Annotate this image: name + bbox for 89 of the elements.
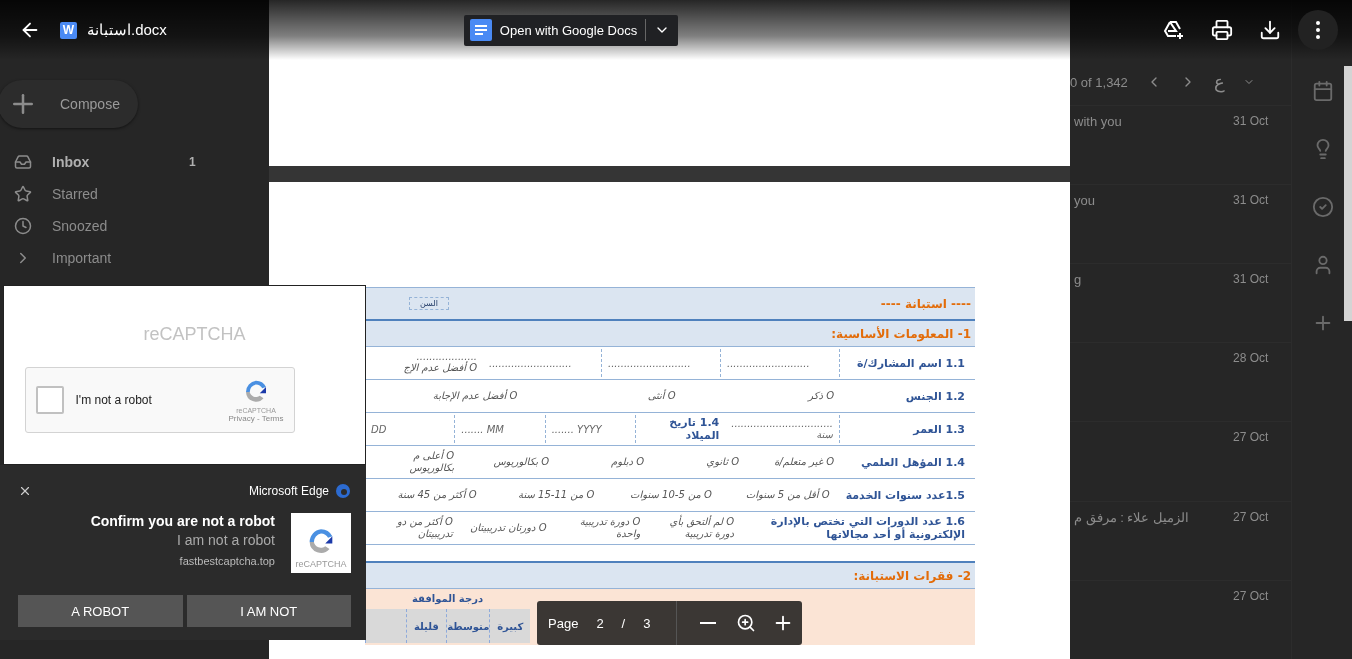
page-label: Page (548, 615, 579, 631)
zoom-in-icon (735, 613, 756, 633)
captcha-logo-text: reCAPTCHA (143, 324, 246, 345)
file-name: استبانة.docx (87, 21, 167, 39)
compose-button[interactable]: Compose (0, 80, 138, 128)
answer-option: O أكثر من دو تدريبيتان (371, 515, 453, 541)
mail-snippet: with you (1074, 113, 1122, 129)
mail-date: 31 Oct (1233, 271, 1270, 288)
answer-option: O دورتان تدريبيتان (464, 521, 547, 535)
calendar-icon[interactable] (1312, 80, 1334, 102)
answer-option: O ذكر (687, 389, 834, 403)
document-title: ---- استبانة ---- (880, 296, 971, 311)
mail-date: 28 Oct (1233, 351, 1270, 368)
answer-option: O أفضل عدم الإج (371, 362, 477, 375)
notification-title: Confirm you are not a robot (90, 513, 275, 529)
close-icon[interactable] (18, 484, 32, 498)
answer-option: O أفضل عدم الإجابة (371, 389, 518, 403)
question-label: 1.5عدد سنوات الخدمة (844, 488, 966, 502)
question-label: 1.4 تاريخ الميلاد (668, 416, 720, 442)
column-header: متوسطة (446, 609, 490, 643)
app-name: Microsoft Edge (248, 484, 329, 498)
checkbox[interactable] (35, 386, 64, 414)
fill-in-line: ....... MM (461, 423, 505, 435)
drive-plus-icon (1162, 18, 1186, 42)
checkbox-label: I'm not a robot (75, 393, 153, 407)
download-icon (1259, 19, 1281, 41)
answer-option: O دبلوم (561, 455, 644, 469)
answer-option: O أنثى (529, 389, 676, 403)
form-tag: السن (409, 297, 449, 310)
answer-option: O غير متعلم/ة (751, 455, 834, 469)
minus-icon (700, 622, 717, 624)
mail-date: 31 Oct (1233, 192, 1270, 209)
section-heading: 2- فقرات الاستبانة: (853, 568, 971, 583)
notification-message: I am not a robot (176, 532, 275, 548)
page-number[interactable]: 2 (596, 615, 604, 631)
question-label: 1.1 اسم المشارك/ة (856, 356, 966, 370)
more-icon (1316, 21, 1320, 39)
question-label: 1.2 الجنس (904, 389, 966, 403)
mail-snippet: الزميل علاء : مرفق م (1074, 509, 1190, 525)
page-separator: / (621, 615, 626, 631)
mail-folder[interactable]: Inbox 1 (0, 146, 269, 178)
notification-site: fastbestcaptcha.top (179, 555, 275, 567)
mail-folder[interactable]: Starred (0, 178, 269, 210)
answer-option: O من 11-15 سنة (488, 488, 595, 502)
mail-date: 31 Oct (1233, 113, 1270, 130)
answer-option: O من 5-10 سنوات (606, 488, 712, 502)
tasks-icon[interactable] (1312, 196, 1334, 218)
mail-folder[interactable]: Snoozed (0, 210, 269, 242)
page-total: 3 (643, 615, 651, 631)
mail-snippet: g (1074, 271, 1082, 287)
mail-date: 27 Oct (1233, 430, 1270, 447)
image-caption: reCAPTCHA (295, 559, 347, 569)
fill-in-line: DD (370, 423, 388, 435)
column-group-heading: درجة الموافقة (412, 592, 484, 607)
word-file-icon: W (60, 21, 77, 39)
answer-option: O أقل من 5 سنوات (723, 488, 830, 502)
answer-option: O بكالوريوس (466, 455, 549, 469)
fill-in-line: ................... (415, 351, 477, 363)
answer-option: O ثانوي (656, 455, 739, 469)
fill-in-line: .......................... (489, 357, 573, 369)
document-icon (469, 19, 492, 41)
section-heading: 1- المعلومات الأساسية: (831, 326, 971, 341)
question-label: 1.6 عدد الدورات التي تختص بالإدارة الإلكترونية أو أحد مجالاتها (769, 515, 966, 541)
fill-in-line: ....... YYYY (551, 423, 603, 435)
question-label: 1.3 العمر (911, 422, 966, 436)
pagination-text: 0 of 1,342 (1070, 74, 1128, 90)
open-with-button[interactable]: Open with Google Docs (463, 14, 679, 46)
mail-snippet: you (1074, 192, 1095, 208)
fill-in-line: .......................... (727, 357, 811, 369)
privacy-links[interactable]: Privacy - Terms (228, 414, 284, 423)
answer-option: O دورة تدريبية واحدة (558, 515, 641, 541)
mail-date: 27 Oct (1233, 588, 1270, 605)
robot-button[interactable]: A ROBOT (18, 595, 183, 627)
printer-icon (1211, 19, 1233, 41)
mail-folder[interactable]: Important (0, 242, 269, 274)
column-header: قليلة (405, 609, 447, 643)
fill-in-line: ................................ سنة (731, 418, 833, 440)
fill-in-line: .......................... (608, 357, 692, 369)
more-button[interactable] (1298, 10, 1338, 50)
not-robot-button[interactable]: I AM NOT (186, 595, 351, 627)
browser-logo-icon (335, 483, 351, 499)
answer-option: O أعلى م بكالوريوس (371, 449, 454, 475)
mail-date: 27 Oct (1233, 509, 1270, 526)
question-label: 1.4 المؤهل العلمي (860, 455, 966, 469)
answer-option: O أكثر من 45 سنة (371, 488, 477, 502)
input-tool[interactable]: ع (1213, 71, 1225, 94)
column-header: كبيرة (489, 609, 530, 643)
answer-option: O لم ألتحق بأي دورة تدريبية (652, 515, 734, 541)
scrollbar[interactable] (1344, 66, 1352, 321)
